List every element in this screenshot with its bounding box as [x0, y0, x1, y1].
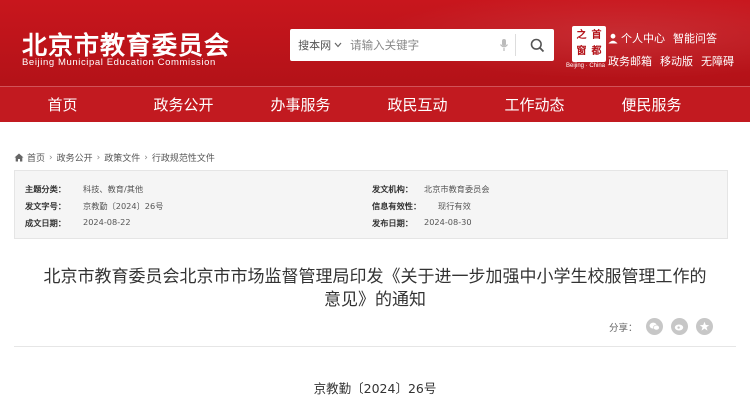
- nav-convenience[interactable]: 便民服务: [593, 87, 710, 122]
- info-docno-label: 发文字号：: [25, 201, 66, 211]
- personal-center-label: 个人中心: [621, 32, 665, 45]
- site-subtitle: Beijing Municipal Education Commission: [22, 57, 216, 68]
- seal-char: 之: [576, 30, 587, 41]
- search-bar: 搜本网: [290, 29, 554, 61]
- breadcrumb-separator: ›: [49, 152, 53, 163]
- document-number: 京教勤〔2024〕26号: [313, 381, 437, 396]
- info-topic-label: 主题分类：: [25, 184, 66, 194]
- search-divider: [515, 34, 517, 56]
- home-icon: [14, 153, 24, 162]
- search-input[interactable]: [350, 29, 497, 61]
- favorite-star-icon[interactable]: [695, 318, 713, 335]
- breadcrumb-separator: ›: [96, 152, 101, 163]
- info-published-label: 发布日期：: [372, 218, 413, 228]
- seal-char: 窗: [576, 46, 587, 57]
- info-validity-value: 现行有效: [438, 201, 471, 211]
- nav-gov-affairs[interactable]: 政务公开: [125, 87, 242, 122]
- info-created: 成文日期： 2024-08-22: [25, 217, 131, 229]
- info-topic-value: 科技、教育/其他: [83, 184, 144, 194]
- breadcrumb-normative-files[interactable]: 行政规范性文件: [152, 151, 215, 164]
- document-title: 北京市教育委员会北京市市场监督管理局印发《关于进一步加强中小学生校服管理工作的 …: [14, 266, 736, 312]
- breadcrumb-gov-affairs[interactable]: 政务公开: [57, 151, 93, 164]
- nav-work-news[interactable]: 工作动态: [476, 87, 593, 122]
- breadcrumb-separator: ›: [144, 152, 148, 163]
- share-label: 分享：: [609, 322, 638, 334]
- info-validity: 信息有效性： 现行有效: [372, 200, 471, 212]
- seal-char: 首: [591, 30, 602, 41]
- wechat-share-icon[interactable]: [645, 318, 663, 335]
- info-docno-value: 京教勤〔2024〕26号: [83, 201, 164, 211]
- document-info-box: 主题分类： 科技、教育/其他 发文机构： 北京市教育委员会 发文字号： 京教勤〔…: [14, 170, 728, 239]
- main-nav: 首页 政务公开 办事服务 政民互动 工作动态 便民服务: [0, 86, 750, 122]
- nav-services[interactable]: 办事服务: [242, 87, 359, 122]
- seal-caption: Beijing · China: [566, 63, 606, 69]
- search-icon: [530, 38, 544, 52]
- breadcrumb-home[interactable]: 首页: [27, 151, 45, 164]
- chevron-down-icon: [334, 42, 342, 48]
- weibo-share-icon[interactable]: [670, 318, 688, 335]
- nav-interaction[interactable]: 政民互动: [359, 87, 476, 122]
- info-org: 发文机构： 北京市教育委员会: [372, 183, 490, 195]
- accessibility-link[interactable]: 无障碍: [701, 53, 734, 69]
- share-bar: 分享：: [609, 318, 713, 335]
- info-org-value: 北京市教育委员会: [424, 184, 490, 194]
- seal-char: 都: [591, 46, 602, 57]
- search-button[interactable]: [520, 29, 554, 61]
- info-published-value: 2024-08-30: [424, 217, 472, 227]
- info-published: 发布日期： 2024-08-30: [372, 217, 472, 229]
- microphone-icon[interactable]: [496, 38, 511, 52]
- gov-mailbox-link[interactable]: 政务邮箱: [608, 53, 652, 69]
- capital-window-seal-logo[interactable]: 之 首 窗 都: [572, 26, 606, 62]
- search-scope-label: 搜本网: [298, 39, 332, 52]
- info-created-label: 成文日期：: [25, 218, 66, 228]
- info-created-value: 2024-08-22: [83, 217, 131, 227]
- smart-qa-link[interactable]: 智能问答: [673, 30, 717, 46]
- document-title-line-2: 意见》的通知: [324, 290, 426, 310]
- breadcrumb-policy-files[interactable]: 政策文件: [104, 151, 140, 164]
- info-validity-label: 信息有效性：: [372, 201, 422, 211]
- content-divider: [14, 346, 736, 347]
- breadcrumb: 首页 › 政务公开 › 政策文件 › 行政规范性文件: [14, 151, 215, 164]
- user-icon: [608, 33, 618, 43]
- info-topic: 主题分类： 科技、教育/其他: [25, 183, 143, 195]
- personal-center-link[interactable]: 个人中心: [608, 30, 665, 46]
- mobile-version-link[interactable]: 移动版: [660, 53, 693, 69]
- document-title-line-1: 北京市教育委员会北京市市场监督管理局印发《关于进一步加强中小学生校服管理工作的: [43, 267, 707, 287]
- info-org-label: 发文机构：: [372, 184, 413, 194]
- top-links: 个人中心 智能问答 政务邮箱 移动版 无障碍: [608, 28, 748, 71]
- info-docno: 发文字号： 京教勤〔2024〕26号: [25, 200, 163, 212]
- site-header: 北京市教育委员会 Beijing Municipal Education Com…: [0, 0, 750, 86]
- search-scope-select[interactable]: 搜本网: [290, 37, 350, 53]
- nav-home[interactable]: 首页: [0, 87, 125, 122]
